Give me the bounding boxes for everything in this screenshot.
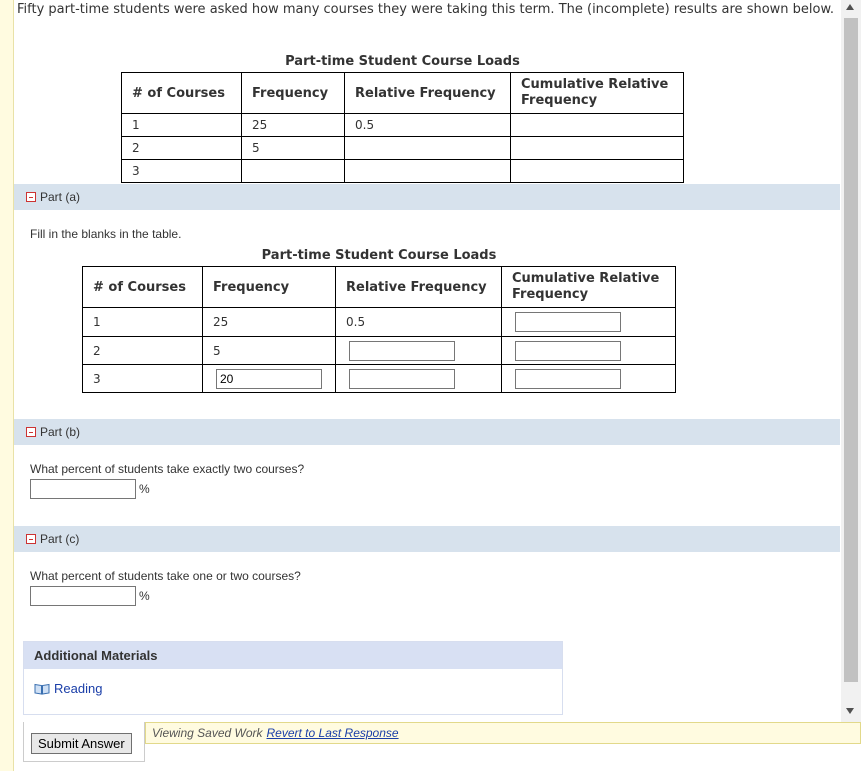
cell-frequency: 5 xyxy=(241,136,345,160)
cell-cumulative xyxy=(510,113,684,137)
cell-relative: 0.5 xyxy=(344,113,511,137)
given-table: # of Courses Frequency Relative Frequenc… xyxy=(121,72,684,183)
percent-unit: % xyxy=(139,589,150,603)
cell-courses: 2 xyxy=(121,136,242,160)
part-b-label: Part (b) xyxy=(40,425,81,439)
table-row: 1 25 0.5 xyxy=(82,307,676,337)
cell-frequency xyxy=(202,364,336,393)
saved-work-text: Viewing Saved Work xyxy=(152,726,263,740)
header-relative-frequency: Relative Frequency xyxy=(344,72,511,114)
cell-cumulative xyxy=(501,336,676,365)
table-row: 3 xyxy=(121,159,684,183)
collapse-icon[interactable] xyxy=(26,427,36,437)
collapse-icon[interactable] xyxy=(26,192,36,202)
question-intro: Fifty part-time students were asked how … xyxy=(17,2,835,17)
scrollbar-thumb[interactable] xyxy=(844,18,858,682)
part-a-header[interactable]: Part (a) xyxy=(14,184,840,210)
materials-heading: Additional Materials xyxy=(24,642,562,669)
header-cumulative-frequency: Cumulative Relative Frequency xyxy=(510,72,684,114)
cell-cumulative xyxy=(501,364,676,393)
cell-courses: 3 xyxy=(121,159,242,183)
reading-link-row[interactable]: Reading xyxy=(24,669,562,696)
submit-answer-button[interactable]: Submit Answer xyxy=(31,733,132,754)
cell-cumulative xyxy=(501,307,676,337)
part-b-prompt: What percent of students take exactly tw… xyxy=(30,462,305,476)
cell-relative xyxy=(344,136,511,160)
cell-courses: 1 xyxy=(121,113,242,137)
part-c-label: Part (c) xyxy=(40,532,80,546)
cell-relative xyxy=(335,336,502,365)
part-b-answer-input[interactable] xyxy=(30,479,136,499)
table-row: 2 5 xyxy=(121,136,684,160)
left-margin-strip xyxy=(0,0,14,771)
answer-table: # of Courses Frequency Relative Frequenc… xyxy=(82,266,676,393)
header-frequency: Frequency xyxy=(202,266,336,308)
cumulative-input-row1[interactable] xyxy=(515,312,621,332)
vertical-scrollbar[interactable] xyxy=(841,0,861,722)
table-header-row: # of Courses Frequency Relative Frequenc… xyxy=(121,72,684,114)
footer: Submit Answer Viewing Saved Work Revert … xyxy=(14,722,862,771)
cell-courses: 2 xyxy=(82,336,203,365)
header-courses: # of Courses xyxy=(82,266,203,308)
percent-unit: % xyxy=(139,482,150,496)
header-cumulative-frequency: Cumulative Relative Frequency xyxy=(501,266,676,308)
revert-link[interactable]: Revert to Last Response xyxy=(267,726,399,740)
cell-courses: 1 xyxy=(82,307,203,337)
part-b-answer-row: % xyxy=(30,479,150,499)
cell-frequency: 25 xyxy=(241,113,345,137)
header-courses: # of Courses xyxy=(121,72,242,114)
relative-input-row2[interactable] xyxy=(349,340,455,361)
part-c-header[interactable]: Part (c) xyxy=(14,526,840,552)
given-table-title: Part-time Student Course Loads xyxy=(285,54,520,69)
cell-courses: 3 xyxy=(82,364,203,393)
answer-table-wrapper: Part-time Student Course Loads # of Cour… xyxy=(82,248,676,393)
submit-container: Submit Answer xyxy=(23,722,145,762)
given-table-wrapper: Part-time Student Course Loads # of Cour… xyxy=(121,54,684,183)
collapse-icon[interactable] xyxy=(26,534,36,544)
header-frequency: Frequency xyxy=(241,72,345,114)
part-c-answer-row: % xyxy=(30,586,150,606)
table-row: 2 5 xyxy=(82,336,676,365)
cell-relative: 0.5 xyxy=(335,307,502,337)
scroll-down-arrow-icon[interactable] xyxy=(846,708,854,714)
answer-table-title: Part-time Student Course Loads xyxy=(261,248,497,263)
question-content: Fifty part-time students were asked how … xyxy=(14,0,840,722)
table-header-row: # of Courses Frequency Relative Frequenc… xyxy=(82,266,676,308)
header-relative-frequency: Relative Frequency xyxy=(335,266,502,308)
cell-frequency xyxy=(241,159,345,183)
part-b-header[interactable]: Part (b) xyxy=(14,419,840,445)
relative-input-row3[interactable] xyxy=(349,368,455,389)
table-row: 3 xyxy=(82,364,676,393)
part-c-prompt: What percent of students take one or two… xyxy=(30,569,301,583)
cell-relative xyxy=(344,159,511,183)
cell-cumulative xyxy=(510,159,684,183)
part-a-label: Part (a) xyxy=(40,190,81,204)
additional-materials: Additional Materials Reading xyxy=(23,641,563,715)
saved-work-bar: Viewing Saved Work Revert to Last Respon… xyxy=(145,722,861,744)
table-row: 1 25 0.5 xyxy=(121,113,684,137)
cumulative-input-row2[interactable] xyxy=(515,340,621,361)
cell-frequency: 5 xyxy=(202,336,336,365)
book-icon xyxy=(34,683,50,695)
part-a-prompt: Fill in the blanks in the table. xyxy=(30,227,182,241)
reading-link[interactable]: Reading xyxy=(54,681,102,696)
frequency-input-row3[interactable] xyxy=(216,368,322,389)
cell-relative xyxy=(335,364,502,393)
cell-frequency: 25 xyxy=(202,307,336,337)
cumulative-input-row3[interactable] xyxy=(515,368,621,389)
part-c-answer-input[interactable] xyxy=(30,586,136,606)
cell-cumulative xyxy=(510,136,684,160)
scroll-up-arrow-icon[interactable] xyxy=(846,4,854,10)
